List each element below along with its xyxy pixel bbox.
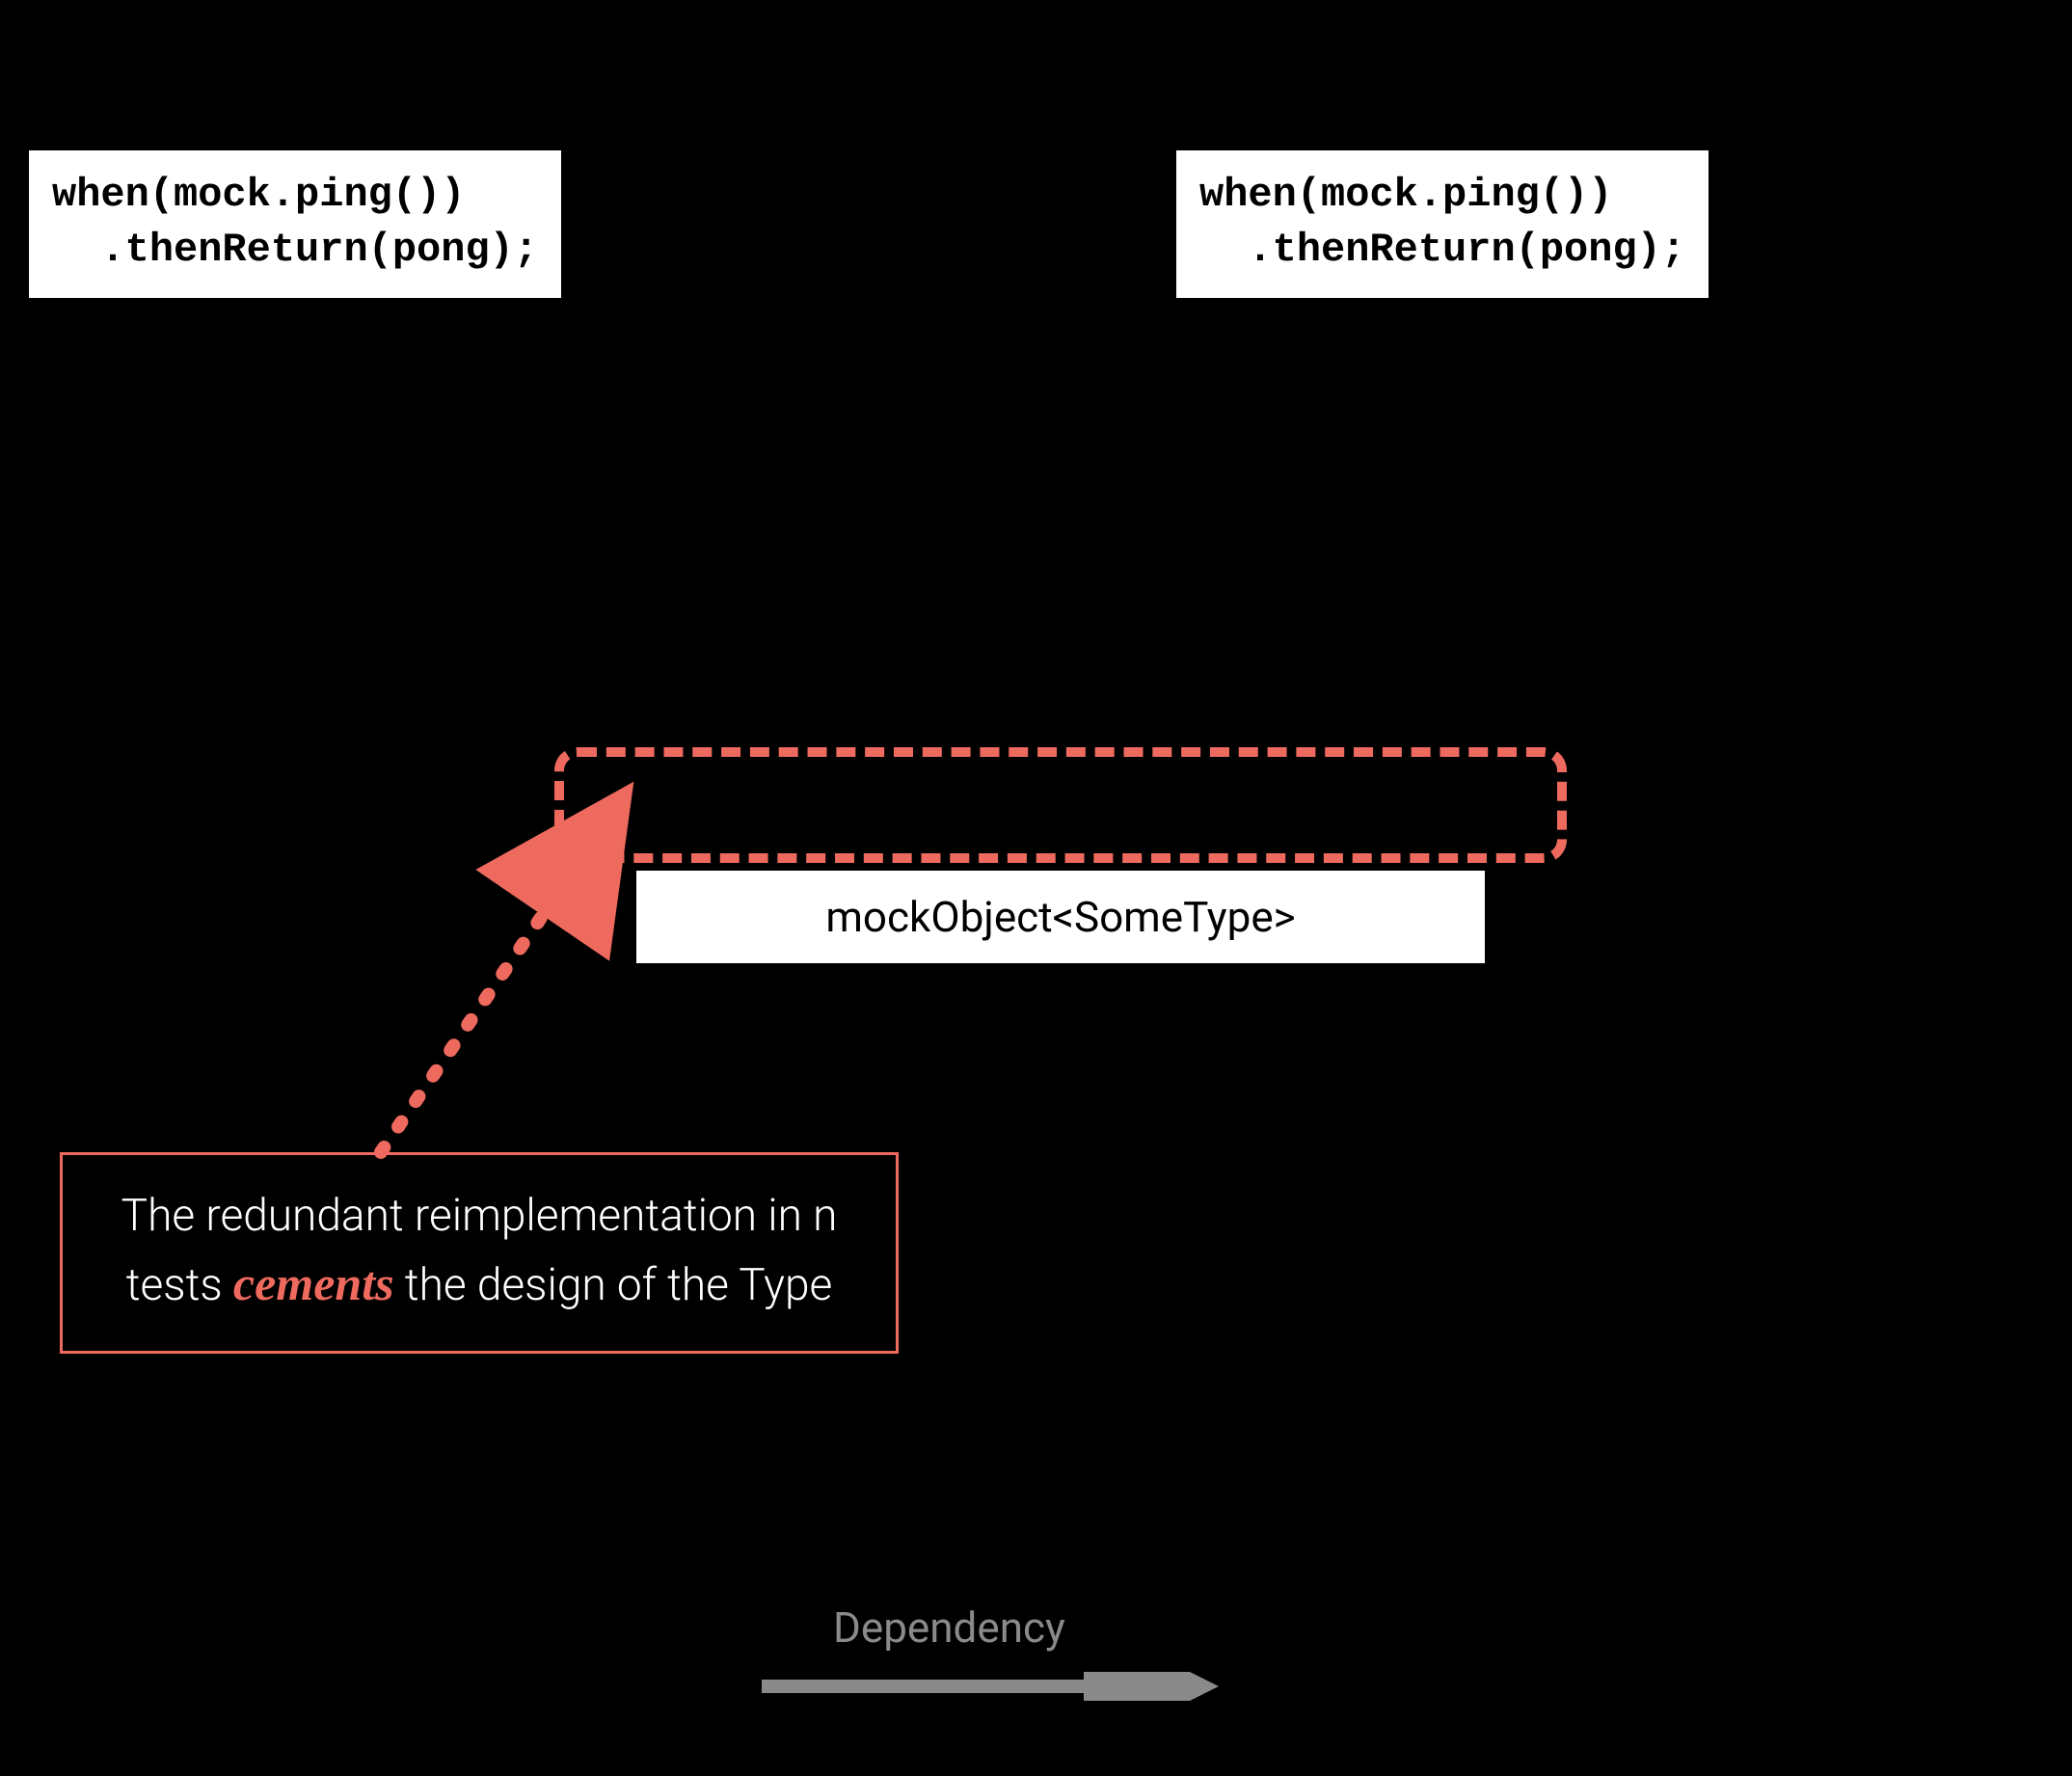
legend-dependency-arrow xyxy=(762,1672,1224,1701)
legend-dependency-label: Dependency xyxy=(833,1602,1065,1653)
annotation-arrow xyxy=(0,0,2072,1776)
